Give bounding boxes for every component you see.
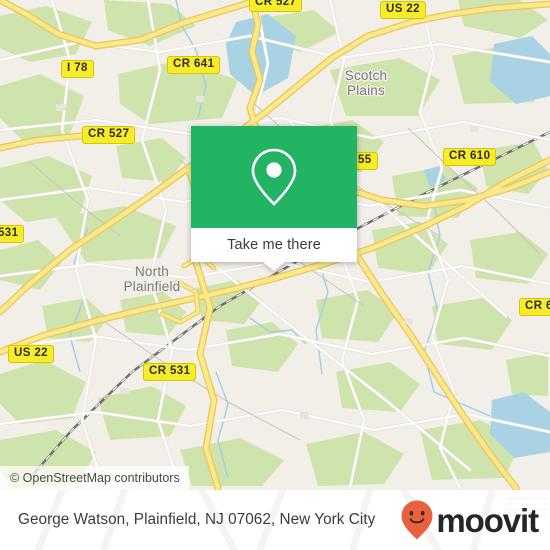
location-popup-card[interactable]: Take me there xyxy=(191,126,357,271)
road-shield-us-22-left[interactable]: US 22 xyxy=(8,345,54,363)
road-shield-route-531[interactable]: 531 xyxy=(0,225,25,243)
road-shield-cr-641[interactable]: CR 641 xyxy=(167,56,221,74)
moovit-wordmark: moovit xyxy=(436,501,539,539)
road-shield-cr-527[interactable]: CR 527 xyxy=(82,126,136,144)
footer-bar: George Watson, Plainfield, NJ 07062, New… xyxy=(0,490,550,550)
road-shield-i-78[interactable]: I 78 xyxy=(61,60,94,78)
road-shield-cr-610[interactable]: CR 610 xyxy=(443,148,497,166)
road-shield-cr-531[interactable]: CR 531 xyxy=(143,363,197,381)
take-me-there-label: Take me there xyxy=(227,237,321,253)
osm-attribution[interactable]: © OpenStreetMap contributors xyxy=(0,466,189,490)
road-shield-cr-6xx[interactable]: CR 6 xyxy=(519,298,550,316)
road-shield-us-22-top[interactable]: US 22 xyxy=(380,1,426,19)
road-shield-cr-527-top[interactable]: CR 527 xyxy=(249,0,303,12)
map-screenshot: .green { fill:#cfe3ad; } .water { fill:#… xyxy=(0,0,550,550)
popup-action-bar[interactable]: Take me there xyxy=(191,228,357,271)
address-label: George Watson, Plainfield, NJ 07062, New… xyxy=(18,511,376,528)
map-pin-icon xyxy=(251,148,297,206)
moovit-pin-icon xyxy=(401,500,433,540)
moovit-logo[interactable]: moovit xyxy=(400,499,539,541)
popup-image-area xyxy=(191,126,357,228)
popup-pointer-tail xyxy=(263,262,285,271)
